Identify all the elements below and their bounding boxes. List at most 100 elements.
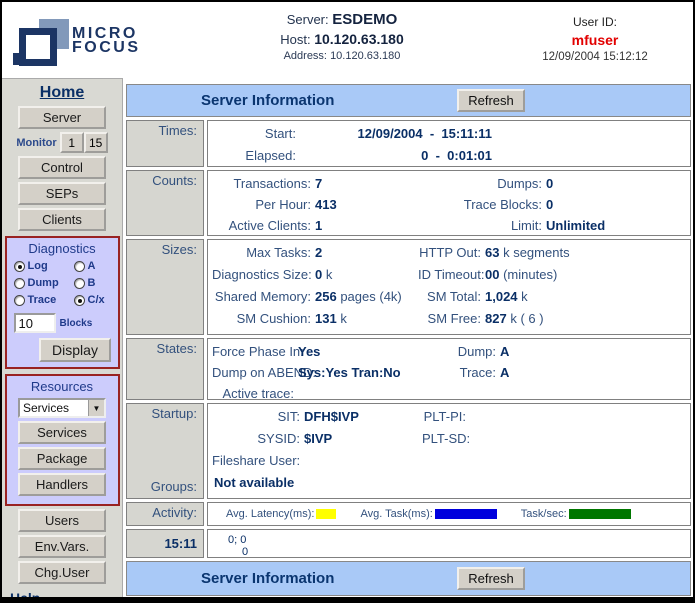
field-value: 256 pages (4k)	[315, 286, 418, 308]
legend-item: Avg. Task(ms):	[360, 508, 496, 520]
field-label: Trace:	[418, 362, 500, 383]
times-section-label: Times:	[126, 120, 204, 167]
server-line: Server: ESDEMO	[227, 11, 457, 28]
field-value: 7	[315, 173, 453, 194]
logo-word-focus: FOCUS	[72, 41, 141, 55]
server-name: ESDEMO	[332, 11, 397, 28]
tick-section-content: 0; 00	[207, 529, 691, 558]
field-suffix: k ( 6 )	[510, 311, 543, 326]
resources-select-value: Services	[20, 400, 88, 416]
field-row: Dump on ABEND:Sys:Yes Tran:NoTrace:A	[212, 362, 686, 383]
field-label: Diagnostics Size:	[212, 264, 315, 286]
field-row: Start:12/09/2004 - 15:11:11	[212, 123, 686, 145]
users-button[interactable]: Users	[18, 509, 106, 532]
display-button[interactable]: Display	[39, 338, 111, 362]
monitor-button-15[interactable]: 15	[84, 132, 108, 153]
radio-log[interactable]: Log	[14, 260, 74, 272]
radio-dump[interactable]: Dump	[14, 277, 74, 289]
field-value: 0 k	[315, 264, 418, 286]
host-line: Host: 10.120.63.180	[227, 31, 457, 47]
monitor-button-1[interactable]: 1	[60, 132, 84, 153]
timestamp: 12/09/2004 15:12:12	[510, 51, 680, 63]
refresh-button[interactable]: Refresh	[457, 89, 525, 112]
radio-cx[interactable]: C/x	[74, 294, 118, 306]
field-row: Transactions:7Dumps:0	[212, 173, 686, 194]
legend-swatch	[435, 509, 497, 519]
field-row: Diagnostics Size:0 kID Timeout:00 (minut…	[212, 264, 686, 286]
field-row: Shared Memory:256 pages (4k)SM Total:1,0…	[212, 286, 686, 308]
blocks-label: Blocks	[60, 318, 93, 329]
resources-select[interactable]: Services ▼	[18, 398, 106, 418]
radio-label: Dump	[28, 277, 59, 289]
control-button[interactable]: Control	[18, 156, 106, 179]
server-button[interactable]: Server	[18, 106, 106, 129]
address-label: Address:	[284, 50, 327, 62]
radio-label: C/x	[88, 294, 105, 306]
section-states: States:Force Phase In:YesDump:ADump on A…	[126, 338, 691, 400]
activity-section-label: Activity:	[126, 502, 204, 526]
host-value: 10.120.63.180	[314, 31, 404, 47]
radio-icon[interactable]	[14, 278, 25, 289]
services-button[interactable]: Services	[18, 421, 106, 444]
field-value: 2	[315, 242, 418, 264]
blocks-input[interactable]	[14, 313, 56, 333]
legend-label: Avg. Latency(ms):	[226, 508, 314, 520]
field-value: 12/09/2004 - 15:11:11	[300, 123, 492, 145]
radio-b[interactable]: B	[74, 277, 118, 289]
field-label: Dumps:	[453, 173, 546, 194]
resources-panel: Resources Services ▼ Services Package Hand…	[5, 374, 120, 506]
sidebar-home-link[interactable]: Home	[2, 84, 122, 102]
field-value: A	[500, 362, 686, 383]
micro-focus-logo: MICRO FOCUS	[12, 10, 172, 72]
handlers-button[interactable]: Handlers	[18, 473, 106, 496]
legend-swatch	[316, 509, 336, 519]
envvars-button[interactable]: Env.Vars.	[18, 535, 106, 558]
application-window: MICRO FOCUS Server: ESDEMO Host: 10.120.…	[0, 0, 695, 603]
chguser-button[interactable]: Chg.User	[18, 561, 106, 584]
footer-refresh-button[interactable]: Refresh	[457, 567, 525, 590]
field-value: A	[500, 341, 686, 362]
package-button[interactable]: Package	[18, 447, 106, 470]
field-label: SM Cushion:	[212, 308, 315, 330]
clients-button[interactable]: Clients	[18, 208, 106, 231]
radio-label: Log	[28, 260, 48, 272]
radio-icon[interactable]	[74, 261, 85, 272]
address-line: Address: 10.120.63.180	[227, 50, 457, 62]
legend-item: Avg. Latency(ms):	[226, 508, 336, 520]
seps-button[interactable]: SEPs	[18, 182, 106, 205]
startup-label: Startup:	[151, 406, 197, 421]
section-counts: Counts:Transactions:7Dumps:0Per Hour:413…	[126, 170, 691, 236]
field-label: Active Clients:	[212, 215, 315, 236]
radio-icon[interactable]	[14, 295, 25, 306]
groups-value: Not available	[212, 472, 686, 494]
field-value: Yes	[298, 341, 418, 362]
field-value	[304, 450, 422, 472]
radio-a[interactable]: A	[74, 260, 118, 272]
startup-section-label: Startup: Groups:	[126, 403, 204, 499]
field-label: Max Tasks:	[212, 242, 315, 264]
chevron-down-icon[interactable]: ▼	[88, 400, 104, 416]
field-label: Force Phase In:	[212, 341, 298, 362]
header: MICRO FOCUS Server: ESDEMO Host: 10.120.…	[2, 2, 693, 78]
host-label: Host:	[280, 32, 310, 47]
field-value: DFH$IVP	[304, 406, 422, 428]
server-label: Server:	[287, 12, 329, 27]
field-label: Per Hour:	[212, 194, 315, 215]
field-value: 0 - 0:01:01	[300, 145, 492, 167]
field-label: Dump on ABEND:	[212, 362, 298, 383]
radio-trace[interactable]: Trace	[14, 294, 74, 306]
radio-icon[interactable]	[14, 261, 25, 272]
tick-value: 0; 0	[212, 532, 686, 546]
radio-icon[interactable]	[74, 278, 85, 289]
footer-title-bar: Server Information Refresh	[126, 561, 691, 596]
footer-page-title: Server Information	[201, 570, 334, 587]
radio-icon[interactable]	[74, 295, 85, 306]
field-row: SIT:DFH$IVPPLT-PI:	[212, 406, 686, 428]
field-row: Elapsed:0 - 0:01:01	[212, 145, 686, 167]
field-label: SM Total:	[418, 286, 485, 308]
groups-label: Groups:	[151, 479, 197, 494]
resources-title: Resources	[7, 379, 118, 394]
address-value: 10.120.63.180	[330, 50, 400, 62]
field-row: Force Phase In:YesDump:A	[212, 341, 686, 362]
field-label: Elapsed:	[212, 145, 300, 167]
